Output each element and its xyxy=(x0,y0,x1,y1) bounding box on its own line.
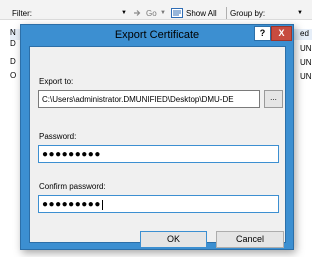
close-button[interactable]: X xyxy=(271,26,292,41)
filter-label: Filter: xyxy=(12,9,32,18)
list-item: D xyxy=(10,57,16,66)
list-item: UN xyxy=(300,58,312,67)
confirm-password-mask: ●●●●●●●●● xyxy=(42,199,101,211)
list-item: ed xyxy=(300,29,309,38)
password-field[interactable]: ●●●●●●●●● xyxy=(38,145,279,163)
dialog-title: Export Certificate xyxy=(114,29,200,41)
go-arrow-icon[interactable] xyxy=(133,9,141,17)
list-item: O xyxy=(10,71,17,80)
ok-button[interactable]: OK xyxy=(140,231,207,248)
go-button[interactable]: Go xyxy=(146,9,157,18)
filter-dropdown-icon[interactable]: ▼ xyxy=(121,10,127,16)
confirm-password-label: Confirm password: xyxy=(39,182,106,191)
list-item: UN xyxy=(300,44,312,53)
go-dropdown-icon[interactable]: ▼ xyxy=(160,10,166,16)
confirm-password-field[interactable]: ●●●●●●●●● xyxy=(38,195,279,213)
toolbar-separator xyxy=(226,7,227,19)
export-certificate-dialog: Export Certificate ? X Export to: C:\Use… xyxy=(20,24,294,250)
list-item: N xyxy=(10,28,16,37)
list-item: D xyxy=(10,39,16,48)
help-button[interactable]: ? xyxy=(254,26,271,41)
export-path-field[interactable]: C:\Users\administrator.DMUNIFIED\Desktop… xyxy=(38,90,260,108)
show-all-button[interactable]: Show All xyxy=(186,9,217,18)
browse-button[interactable]: ... xyxy=(264,90,283,108)
show-all-icon[interactable] xyxy=(171,8,183,18)
group-by-label: Group by: xyxy=(230,9,266,18)
background-toolbar: Filter: ▼ Go ▼ Show All Group by: ▼ xyxy=(0,0,312,20)
export-to-label: Export to: xyxy=(39,77,74,86)
dialog-body: Export to: C:\Users\administrator.DMUNIF… xyxy=(29,46,286,248)
password-mask: ●●●●●●●●● xyxy=(42,149,101,160)
password-label: Password: xyxy=(39,132,77,141)
group-by-dropdown-icon[interactable]: ▼ xyxy=(297,10,303,16)
list-item: UN xyxy=(300,72,312,81)
cancel-button[interactable]: Cancel xyxy=(216,231,284,248)
text-caret xyxy=(101,200,103,210)
